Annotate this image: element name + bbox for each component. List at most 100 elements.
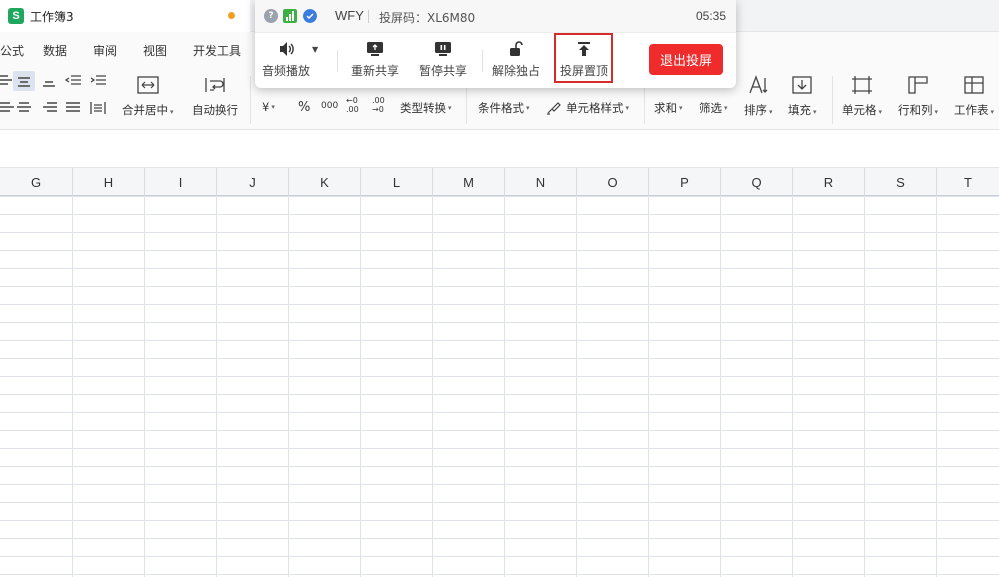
- merge-center-icon: [137, 74, 159, 96]
- column-header-j[interactable]: J: [217, 168, 289, 196]
- type-convert-label: 类型转换: [400, 101, 446, 115]
- column-header-t[interactable]: T: [937, 168, 999, 196]
- sort-label: 排序: [744, 103, 767, 117]
- reshare-label: 重新共享: [351, 64, 400, 78]
- align-middle-icon[interactable]: [16, 74, 32, 88]
- percent-label: %: [298, 100, 311, 115]
- cell-icon: [851, 74, 873, 96]
- unlock-icon: [506, 40, 526, 58]
- align-center-icon[interactable]: [16, 101, 32, 115]
- cell-label: 单元格: [842, 103, 877, 117]
- column-header-g[interactable]: G: [0, 168, 73, 196]
- column-header-o[interactable]: O: [577, 168, 649, 196]
- grid-column-line: [432, 196, 433, 577]
- fill-label: 填充: [788, 103, 811, 117]
- cell-grid[interactable]: [0, 196, 999, 577]
- column-header-n[interactable]: N: [505, 168, 577, 196]
- pin-top-button[interactable]: 投屏置顶: [560, 40, 608, 79]
- presenter-name: WFY: [335, 8, 364, 23]
- menu-view[interactable]: 视图: [143, 42, 167, 59]
- exit-share-button[interactable]: 退出投屏: [649, 44, 723, 75]
- pin-top-label: 投屏置顶: [560, 64, 609, 78]
- grid-column-line: [720, 196, 721, 577]
- worksheet-label: 工作表: [954, 103, 989, 117]
- screen-share-toolbar: ? WFY 投屏码：XL6M80 05:35 ▼ 音频播放 重新共享 暂停共享 …: [255, 0, 736, 88]
- sum-label: 求和: [654, 101, 677, 115]
- reshare-button[interactable]: 重新共享: [351, 40, 399, 79]
- indent-decrease-icon[interactable]: [65, 74, 81, 88]
- menu-data[interactable]: 数据: [43, 42, 67, 59]
- conditional-format-button[interactable]: 条件格式 ▾: [478, 100, 530, 116]
- row-col-button[interactable]: 行和列 ▾: [898, 74, 938, 118]
- share-separator: [482, 50, 483, 72]
- column-header-i[interactable]: I: [145, 168, 217, 196]
- grid-column-line: [144, 196, 145, 577]
- grid-column-line: [216, 196, 217, 577]
- menu-formula[interactable]: 公式: [0, 42, 24, 59]
- ribbon-separator: [250, 76, 251, 124]
- grid-column-line: [504, 196, 505, 577]
- speaker-icon: ▼: [262, 40, 322, 58]
- column-header-l[interactable]: L: [361, 168, 433, 196]
- cell-style-button[interactable]: 单元格样式 ▾: [546, 100, 629, 116]
- grid-column-line: [360, 196, 361, 577]
- status-divider: [368, 10, 369, 23]
- thousands-label: 000: [321, 101, 339, 111]
- indent-increase-icon[interactable]: [90, 74, 106, 88]
- ribbon-separator: [832, 76, 833, 124]
- column-header-r[interactable]: R: [793, 168, 865, 196]
- column-header-p[interactable]: P: [649, 168, 721, 196]
- percent-button[interactable]: %: [298, 100, 310, 115]
- decimal-decrease-button[interactable]: .00 →0: [372, 96, 390, 114]
- currency-button[interactable]: ¥ ▾: [262, 100, 275, 114]
- align-justify-icon[interactable]: [65, 101, 81, 115]
- pause-share-label: 暂停共享: [419, 64, 468, 78]
- release-exclusive-label: 解除独占: [492, 64, 541, 78]
- sort-button[interactable]: 排序 ▾: [744, 74, 773, 118]
- sort-icon: [747, 74, 769, 96]
- filter-button[interactable]: 筛选 ▾: [699, 100, 728, 116]
- audio-play-button[interactable]: ▼ 音频播放: [262, 40, 322, 79]
- decimal-decrease-label: .00 →0: [372, 96, 385, 114]
- column-header-h[interactable]: H: [73, 168, 145, 196]
- auto-wrap-button[interactable]: 自动换行: [192, 74, 238, 118]
- row-col-label: 行和列: [898, 103, 933, 117]
- column-header-row: G H I J K L M N O P Q R S T: [0, 168, 999, 196]
- column-header-q[interactable]: Q: [721, 168, 793, 196]
- conditional-format-label: 条件格式: [478, 101, 524, 115]
- audio-dropdown-icon[interactable]: ▼: [312, 45, 318, 54]
- thousands-button[interactable]: 000: [321, 101, 338, 111]
- release-exclusive-button[interactable]: 解除独占: [492, 40, 540, 79]
- align-right-icon[interactable]: [41, 101, 57, 115]
- type-convert-button[interactable]: 类型转换 ▾: [400, 100, 452, 116]
- align-bottom-icon[interactable]: [41, 74, 57, 88]
- formula-bar-area[interactable]: [0, 130, 999, 168]
- grid-column-line: [72, 196, 73, 577]
- decimal-increase-button[interactable]: ←0 .00: [346, 96, 364, 114]
- column-header-k[interactable]: K: [289, 168, 361, 196]
- share-code: 投屏码：XL6M80: [379, 11, 476, 25]
- pin-to-top-icon: [574, 40, 594, 58]
- spreadsheet-app: S 工作簿3 公式 数据 审阅 视图 开发工具 合并居中 ▾ 自动换行 ¥ ▾ …: [0, 0, 999, 577]
- menu-developer[interactable]: 开发工具: [193, 42, 241, 59]
- column-header-s[interactable]: S: [865, 168, 937, 196]
- grid-column-line: [936, 196, 937, 577]
- filter-label: 筛选: [699, 101, 722, 115]
- pause-share-button[interactable]: 暂停共享: [419, 40, 467, 79]
- unsaved-indicator-icon: [228, 12, 235, 19]
- merge-center-button[interactable]: 合并居中 ▾: [122, 74, 174, 118]
- monitor-pause-icon: [433, 40, 453, 58]
- column-header-m[interactable]: M: [433, 168, 505, 196]
- cell-button[interactable]: 单元格 ▾: [842, 74, 882, 118]
- grid-column-line: [864, 196, 865, 577]
- document-tab[interactable]: S 工作簿3: [0, 0, 250, 32]
- distribute-icon[interactable]: [90, 101, 106, 115]
- help-icon[interactable]: ?: [264, 9, 278, 23]
- sum-button[interactable]: 求和 ▾: [654, 100, 683, 116]
- align-left-icon[interactable]: [0, 101, 16, 115]
- worksheet-button[interactable]: 工作表 ▾: [954, 74, 994, 118]
- menu-review[interactable]: 审阅: [93, 42, 117, 59]
- fill-button[interactable]: 填充 ▾: [788, 74, 817, 118]
- row-col-icon: [907, 74, 929, 96]
- currency-label: ¥: [262, 100, 270, 114]
